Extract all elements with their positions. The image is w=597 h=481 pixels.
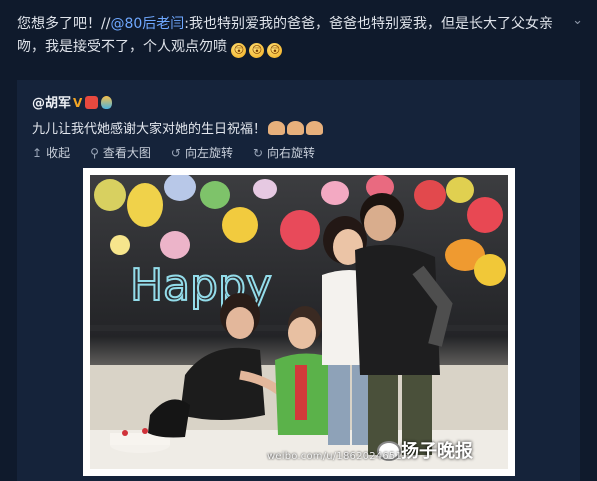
praying-hands-icon xyxy=(268,121,286,135)
author-name-link[interactable]: @胡军 xyxy=(32,96,71,111)
praying-hands-icon xyxy=(306,121,324,135)
post-text-before: 您想多了吧！// xyxy=(17,16,111,32)
repost-author: @胡军 V xyxy=(32,92,113,111)
verified-badge-icon: V xyxy=(73,96,83,110)
collapse-icon: ↥ xyxy=(32,145,43,160)
rotate-left-label: 向左旋转 xyxy=(184,146,233,160)
image-actions: ↥ 收起 ⚲ 查看大图 ↺ 向左旋转 ↻ 向右旋转 xyxy=(32,144,335,161)
collapse-button[interactable]: ↥ 收起 xyxy=(32,144,70,161)
rotate-left-icon: ↺ xyxy=(170,145,181,160)
surprised-emoji-icon: 😲 xyxy=(231,43,247,58)
praying-hands-icon xyxy=(287,121,305,135)
surprised-emoji-icon: 😲 xyxy=(267,43,283,58)
photo-frame[interactable]: Happy xyxy=(83,168,515,476)
repost-panel: @胡军 V 九儿让我代她感谢大家对她的生日祝福！ ↥ 收起 ⚲ 查看大图 ↺ 向左… xyxy=(17,80,580,481)
birthday-photo[interactable]: Happy xyxy=(90,175,508,469)
rotate-left-button[interactable]: ↺ 向左旋转 xyxy=(171,144,233,161)
rotate-right-icon: ↻ xyxy=(252,145,264,160)
photo-illustration: Happy xyxy=(90,175,508,469)
magnifier-icon: ⚲ xyxy=(90,145,99,160)
repost-text: 九儿让我代她感谢大家对她的生日祝福！ xyxy=(32,118,324,137)
view-large-label: 查看大图 xyxy=(102,146,151,160)
rotate-right-button[interactable]: ↻ 向右旋转 xyxy=(253,144,315,161)
watermark-brand: 扬子晚报 xyxy=(401,441,473,462)
mention-link[interactable]: @80后老闫 xyxy=(110,16,184,32)
collapse-label: 收起 xyxy=(46,146,71,160)
repost-text-content: 九儿让我代她感谢大家对她的生日祝福！ xyxy=(32,122,267,137)
post-text: 您想多了吧！//@80后老闫:我也特别爱我的爸爸，爸爸也特别爱我，但是长大了父女… xyxy=(17,13,562,59)
bulb-icon xyxy=(101,96,113,109)
view-large-button[interactable]: ⚲ 查看大图 xyxy=(90,144,151,161)
surprised-emoji-icon: 😲 xyxy=(249,43,265,58)
watermark-url: weibo.com/u/1862024651 xyxy=(267,451,403,462)
rotate-right-label: 向右旋转 xyxy=(267,146,316,160)
chevron-down-icon[interactable]: ⌄ xyxy=(572,13,583,28)
medal-icon xyxy=(85,96,99,109)
